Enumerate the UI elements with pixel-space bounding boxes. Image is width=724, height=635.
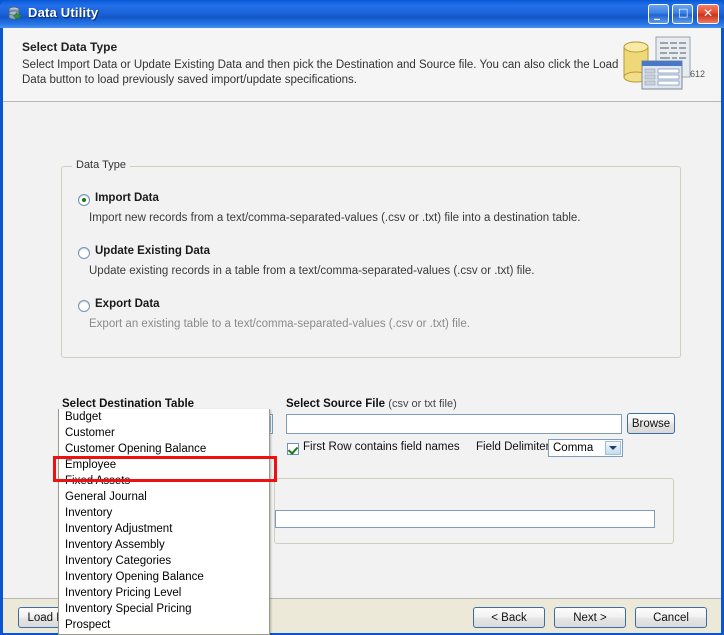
dropdown-item[interactable]: Customer Opening Balance <box>59 441 269 457</box>
source-file-label-note: (csv or txt file) <box>388 398 456 410</box>
radio-export-data-indicator[interactable] <box>78 300 90 312</box>
close-icon: ✕ <box>703 6 713 20</box>
maximize-button[interactable]: □ <box>672 4 693 24</box>
wizard-header: Select Data Type Select Import Data or U… <box>3 28 721 102</box>
lower-panel-input[interactable] <box>275 510 655 528</box>
title-bar: Data Utility _ □ ✕ <box>0 0 724 28</box>
page-title: Select Data Type <box>22 40 117 54</box>
source-file-label: Select Source File (csv or txt file) <box>286 398 457 410</box>
dropdown-item[interactable]: Customer <box>59 425 269 441</box>
radio-import-data-description: Import new records from a text/comma-sep… <box>89 212 581 224</box>
radio-export-data-description: Export an existing table to a text/comma… <box>89 318 470 330</box>
database-transfer-icon <box>7 6 23 22</box>
field-delimiter-label: Field Delimiter <box>476 441 550 453</box>
close-button[interactable]: ✕ <box>697 4 719 24</box>
radio-update-existing-data-description: Update existing records in a table from … <box>89 265 535 277</box>
dropdown-item[interactable]: Inventory Assembly <box>59 537 269 553</box>
destination-table-dropdown-list[interactable]: BudgetCustomerCustomer Opening BalanceEm… <box>58 409 270 635</box>
dropdown-item[interactable]: Inventory <box>59 505 269 521</box>
browse-button[interactable]: Browse <box>627 413 675 434</box>
window-title: Data Utility <box>28 5 98 20</box>
back-button[interactable]: < Back <box>473 607 545 628</box>
radio-import-data-label: Import Data <box>95 192 159 204</box>
maximize-icon: □ <box>678 6 688 19</box>
field-delimiter-value: Comma <box>553 442 593 454</box>
dropdown-item[interactable]: Inventory Opening Balance <box>59 569 269 585</box>
first-row-checkbox[interactable] <box>287 443 299 455</box>
artwork-label: 612 <box>690 69 705 79</box>
source-file-input[interactable] <box>286 414 622 434</box>
page-description: Select Import Data or Update Existing Da… <box>22 58 622 88</box>
dropdown-item[interactable]: Employee <box>59 457 269 473</box>
chevron-down-icon[interactable] <box>605 441 621 455</box>
dropdown-item[interactable]: Inventory Pricing Level <box>59 585 269 601</box>
application-window: Data Utility _ □ ✕ Select Data Type Sele… <box>0 0 724 635</box>
lower-panel-input-field[interactable] <box>276 511 654 527</box>
dropdown-item[interactable]: Budget <box>59 409 269 425</box>
minimize-button[interactable]: _ <box>648 4 669 24</box>
dropdown-item[interactable]: Fixed Assets <box>59 473 269 489</box>
chevron-down-glyph <box>609 446 617 450</box>
field-delimiter-combobox[interactable]: Comma <box>548 439 623 457</box>
dropdown-item[interactable]: Prospect <box>59 617 269 633</box>
dropdown-item[interactable]: General Journal <box>59 489 269 505</box>
radio-export-data-label: Export Data <box>95 298 160 310</box>
minimize-icon: _ <box>654 6 660 20</box>
radio-import-data-indicator[interactable] <box>78 194 90 206</box>
source-file-input-field[interactable] <box>287 415 621 433</box>
radio-update-existing-data-label: Update Existing Data <box>95 245 210 257</box>
database-document-form-icon: 612 <box>620 34 710 96</box>
dropdown-item[interactable]: Inventory Special Pricing <box>59 601 269 617</box>
next-button[interactable]: Next > <box>554 607 626 628</box>
source-file-label-text: Select Source File <box>286 398 385 410</box>
cancel-button[interactable]: Cancel <box>635 607 707 628</box>
dropdown-item[interactable]: Inventory Adjustment <box>59 521 269 537</box>
data-type-legend: Data Type <box>72 159 130 171</box>
first-row-checkbox-label[interactable]: First Row contains field names <box>303 441 460 453</box>
dropdown-item[interactable]: Inventory Categories <box>59 553 269 569</box>
radio-update-existing-data-indicator[interactable] <box>78 247 90 259</box>
